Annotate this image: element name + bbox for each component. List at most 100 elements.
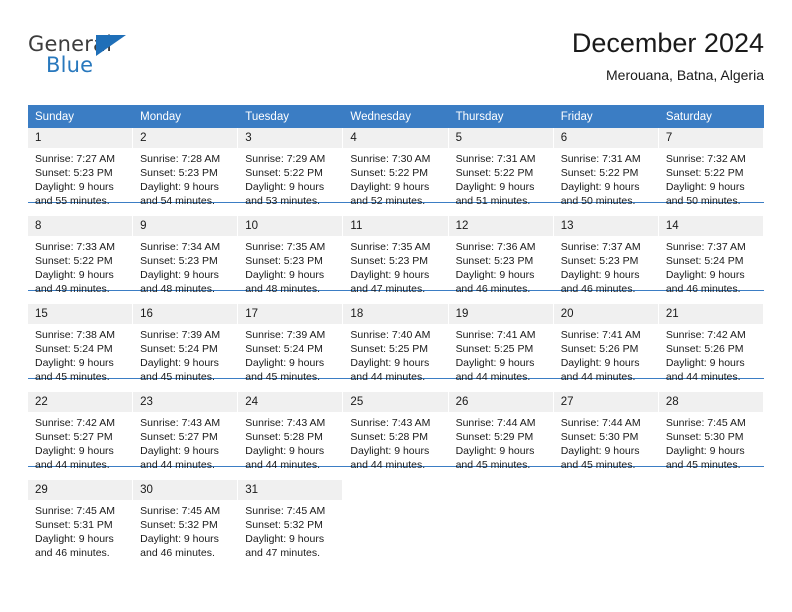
calendar-day-cell[interactable]: 16 Sunrise: 7:39 AM Sunset: 5:24 PM Dayligh… — [133, 304, 239, 383]
daylight-duration-line2: and 45 minutes. — [35, 371, 110, 383]
calendar-day-cell-empty — [658, 480, 764, 554]
calendar-day-cell[interactable]: 8 Sunrise: 7:33 AM Sunset: 5:22 PM Daylight… — [28, 216, 134, 295]
day-number: 31 — [238, 480, 343, 500]
calendar-day-cell[interactable]: 30 Sunrise: 7:45 AM Sunset: 5:32 PM Dayligh… — [133, 480, 239, 559]
daylight-duration-line1: Daylight: 9 hours — [245, 269, 325, 281]
day-number: 26 — [448, 392, 553, 412]
daylight-duration-line1: Daylight: 9 hours — [455, 445, 535, 457]
calendar-day-cell[interactable]: 24 Sunrise: 7:43 AM Sunset: 5:28 PM Dayligh… — [238, 392, 344, 471]
calendar-day-cell[interactable]: 9 Sunrise: 7:34 AM Sunset: 5:23 PM Daylight… — [133, 216, 239, 295]
sunrise-time: Sunrise: 7:41 AM — [560, 329, 641, 341]
sunrise-time: Sunrise: 7:45 AM — [245, 505, 326, 517]
sunset-time: Sunset: 5:32 PM — [245, 519, 323, 531]
day-number: 5 — [448, 128, 553, 148]
sunset-time: Sunset: 5:27 PM — [140, 431, 218, 443]
calendar-day-cell[interactable]: 3 Sunrise: 7:29 AM Sunset: 5:22 PM Daylight… — [238, 128, 344, 207]
day-sun-info: Sunrise: 7:27 AM Sunset: 5:23 PM Daylight:… — [28, 148, 132, 208]
calendar-body: 1 Sunrise: 7:27 AM Sunset: 5:23 PM Daylight… — [28, 128, 764, 559]
calendar-header-row: Sunday Monday Tuesday Wednesday Thursday… — [28, 105, 764, 128]
day-sun-info: Sunrise: 7:45 AM Sunset: 5:32 PM Daylight:… — [238, 500, 342, 560]
calendar-day-cell[interactable]: 2 Sunrise: 7:28 AM Sunset: 5:23 PM Daylight… — [133, 128, 239, 207]
daylight-duration-line1: Daylight: 9 hours — [35, 533, 114, 545]
calendar-day-cell-empty — [553, 480, 659, 554]
daylight-duration-line2: and 48 minutes. — [245, 283, 320, 295]
day-number: 13 — [553, 216, 658, 236]
day-cell-inner: 5 Sunrise: 7:31 AM Sunset: 5:22 PM Daylight… — [448, 128, 554, 207]
calendar-day-cell[interactable]: 21 Sunrise: 7:42 AM Sunset: 5:26 PM Dayligh… — [658, 304, 764, 383]
calendar-day-cell[interactable]: 15 Sunrise: 7:38 AM Sunset: 5:24 PM Dayligh… — [28, 304, 134, 383]
day-sun-info: Sunrise: 7:28 AM Sunset: 5:23 PM Daylight:… — [133, 148, 237, 208]
daylight-duration-line2: and 47 minutes. — [350, 283, 426, 295]
daylight-duration-line1: Daylight: 9 hours — [245, 181, 325, 193]
daylight-duration-line1: Daylight: 9 hours — [665, 269, 745, 281]
sunset-time: Sunset: 5:26 PM — [665, 343, 744, 355]
calendar-day-cell[interactable]: 28 Sunrise: 7:45 AM Sunset: 5:30 PM Dayligh… — [658, 392, 764, 471]
calendar-day-cell[interactable]: 11 Sunrise: 7:35 AM Sunset: 5:23 PM Dayligh… — [343, 216, 449, 295]
calendar-day-cell[interactable]: 13 Sunrise: 7:37 AM Sunset: 5:23 PM Dayligh… — [553, 216, 659, 295]
calendar-day-cell[interactable]: 10 Sunrise: 7:35 AM Sunset: 5:23 PM Dayligh… — [238, 216, 344, 295]
day-cell-inner — [448, 480, 554, 554]
calendar-day-cell[interactable]: 25 Sunrise: 7:43 AM Sunset: 5:28 PM Dayligh… — [343, 392, 449, 471]
sunrise-time: Sunrise: 7:31 AM — [560, 153, 641, 165]
daylight-duration-line1: Daylight: 9 hours — [665, 357, 745, 369]
day-number: 1 — [28, 128, 133, 148]
sunset-time: Sunset: 5:23 PM — [245, 255, 323, 267]
calendar-day-cell[interactable]: 29 Sunrise: 7:45 AM Sunset: 5:31 PM Dayligh… — [28, 480, 134, 559]
calendar-day-cell[interactable]: 20 Sunrise: 7:41 AM Sunset: 5:26 PM Dayligh… — [553, 304, 659, 383]
calendar-day-cell[interactable]: 1 Sunrise: 7:27 AM Sunset: 5:23 PM Daylight… — [28, 128, 134, 207]
sunset-time: Sunset: 5:23 PM — [455, 255, 534, 267]
daylight-duration-line2: and 44 minutes. — [245, 459, 320, 471]
day-sun-info — [449, 488, 553, 492]
calendar-day-cell[interactable]: 17 Sunrise: 7:39 AM Sunset: 5:24 PM Dayligh… — [238, 304, 344, 383]
calendar-day-cell[interactable]: 12 Sunrise: 7:36 AM Sunset: 5:23 PM Dayligh… — [448, 216, 554, 295]
sunrise-time: Sunrise: 7:45 AM — [665, 417, 746, 429]
calendar-day-cell[interactable]: 4 Sunrise: 7:30 AM Sunset: 5:22 PM Daylight… — [343, 128, 449, 207]
general-blue-logo[interactable]: General Blue — [28, 32, 148, 84]
sunset-time: Sunset: 5:24 PM — [35, 343, 113, 355]
weekday-header-tuesday: Tuesday — [238, 105, 344, 128]
day-cell-inner: 25 Sunrise: 7:43 AM Sunset: 5:28 PM Dayligh… — [343, 392, 449, 471]
calendar-day-cell[interactable]: 6 Sunrise: 7:31 AM Sunset: 5:22 PM Daylight… — [553, 128, 659, 207]
daylight-duration-line1: Daylight: 9 hours — [140, 357, 219, 369]
calendar-day-cell[interactable]: 19 Sunrise: 7:41 AM Sunset: 5:25 PM Dayligh… — [448, 304, 554, 383]
day-number — [658, 480, 763, 488]
day-sun-info: Sunrise: 7:33 AM Sunset: 5:22 PM Daylight:… — [28, 236, 132, 296]
day-sun-info: Sunrise: 7:39 AM Sunset: 5:24 PM Daylight:… — [238, 324, 342, 384]
day-number: 29 — [28, 480, 133, 500]
day-cell-inner: 31 Sunrise: 7:45 AM Sunset: 5:32 PM Dayligh… — [238, 480, 344, 559]
sunrise-time: Sunrise: 7:42 AM — [665, 329, 746, 341]
sunset-time: Sunset: 5:26 PM — [560, 343, 639, 355]
calendar-day-cell[interactable]: 23 Sunrise: 7:43 AM Sunset: 5:27 PM Dayligh… — [133, 392, 239, 471]
calendar-day-cell[interactable]: 18 Sunrise: 7:40 AM Sunset: 5:25 PM Dayligh… — [343, 304, 449, 383]
day-sun-info: Sunrise: 7:41 AM Sunset: 5:26 PM Daylight:… — [554, 324, 658, 384]
day-cell-inner: 14 Sunrise: 7:37 AM Sunset: 5:24 PM Dayligh… — [658, 216, 764, 295]
calendar-day-cell[interactable]: 22 Sunrise: 7:42 AM Sunset: 5:27 PM Dayligh… — [28, 392, 134, 471]
calendar-day-cell[interactable]: 5 Sunrise: 7:31 AM Sunset: 5:22 PM Daylight… — [448, 128, 554, 207]
daylight-duration-line1: Daylight: 9 hours — [245, 357, 325, 369]
daylight-duration-line1: Daylight: 9 hours — [140, 533, 219, 545]
page-header: General Blue December 2024 Merouana, Bat… — [28, 26, 764, 98]
daylight-duration-line2: and 53 minutes. — [245, 195, 320, 207]
calendar-day-cell[interactable]: 27 Sunrise: 7:44 AM Sunset: 5:30 PM Dayligh… — [553, 392, 659, 471]
daylight-duration-line1: Daylight: 9 hours — [350, 445, 430, 457]
calendar-day-cell[interactable]: 7 Sunrise: 7:32 AM Sunset: 5:22 PM Daylight… — [658, 128, 764, 207]
calendar-day-cell[interactable]: 14 Sunrise: 7:37 AM Sunset: 5:24 PM Dayligh… — [658, 216, 764, 295]
day-sun-info: Sunrise: 7:37 AM Sunset: 5:24 PM Daylight:… — [659, 236, 763, 296]
daylight-duration-line2: and 46 minutes. — [140, 547, 215, 559]
calendar-week-row: 22 Sunrise: 7:42 AM Sunset: 5:27 PM Dayligh… — [28, 392, 764, 471]
daylight-duration-line2: and 44 minutes. — [665, 371, 741, 383]
sunrise-time: Sunrise: 7:41 AM — [455, 329, 536, 341]
weekday-header-sunday: Sunday — [28, 105, 134, 128]
day-cell-inner: 9 Sunrise: 7:34 AM Sunset: 5:23 PM Daylight… — [133, 216, 239, 295]
sunrise-time: Sunrise: 7:37 AM — [665, 241, 746, 253]
day-number: 20 — [553, 304, 658, 324]
daylight-duration-line1: Daylight: 9 hours — [35, 269, 114, 281]
sunrise-time: Sunrise: 7:35 AM — [245, 241, 326, 253]
day-number: 10 — [238, 216, 343, 236]
day-cell-inner: 22 Sunrise: 7:42 AM Sunset: 5:27 PM Dayligh… — [28, 392, 134, 471]
calendar-day-cell[interactable]: 26 Sunrise: 7:44 AM Sunset: 5:29 PM Dayligh… — [448, 392, 554, 471]
sunset-time: Sunset: 5:27 PM — [35, 431, 113, 443]
sunset-time: Sunset: 5:22 PM — [455, 167, 534, 179]
calendar-day-cell[interactable]: 31 Sunrise: 7:45 AM Sunset: 5:32 PM Dayligh… — [238, 480, 344, 559]
day-sun-info: Sunrise: 7:43 AM Sunset: 5:28 PM Daylight:… — [343, 412, 447, 472]
